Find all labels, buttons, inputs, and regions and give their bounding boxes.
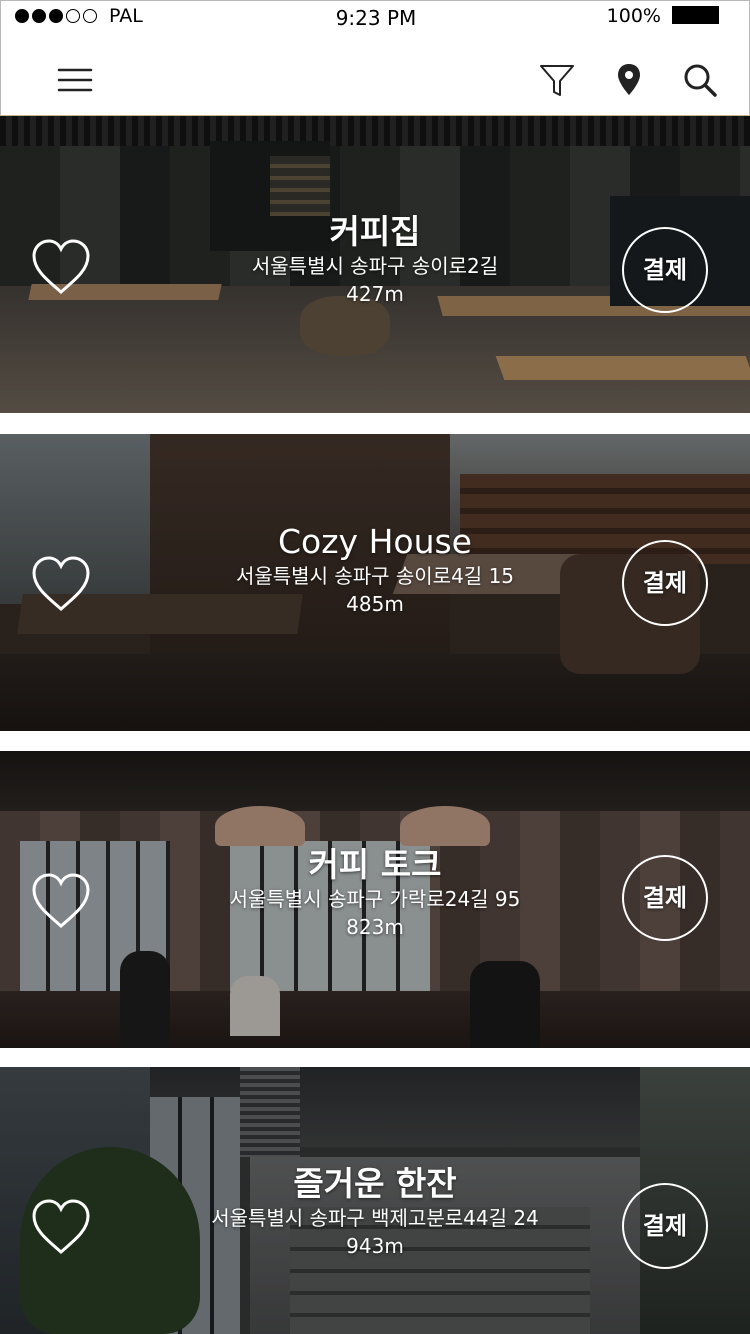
map-pin-icon[interactable] <box>611 62 647 98</box>
filter-funnel-icon[interactable] <box>539 62 575 98</box>
cafe-card[interactable]: 커피집 서울특별시 송파구 송이로2길 427m 결제 <box>0 116 750 413</box>
pay-button[interactable]: 결제 <box>622 227 708 313</box>
pay-button[interactable]: 결제 <box>622 540 708 626</box>
top-navigation-bar <box>0 34 750 116</box>
hamburger-menu-icon[interactable] <box>57 62 93 98</box>
cafe-card[interactable]: 즐거운 한잔 서울특별시 송파구 백제고분로44길 24 943m 결제 <box>0 1067 750 1334</box>
search-icon[interactable] <box>682 62 718 98</box>
cafe-card[interactable]: Cozy House 서울특별시 송파구 송이로4길 15 485m 결제 <box>0 434 750 731</box>
pay-button[interactable]: 결제 <box>622 855 708 941</box>
battery-percentage: 100% <box>606 5 661 27</box>
pay-button[interactable]: 결제 <box>622 1183 708 1269</box>
battery-icon <box>672 6 719 24</box>
status-bar: PAL 9:23 PM 100% <box>0 0 750 35</box>
cafe-card[interactable]: 커피 토크 서울특별시 송파구 가락로24길 95 823m 결제 <box>0 751 750 1048</box>
